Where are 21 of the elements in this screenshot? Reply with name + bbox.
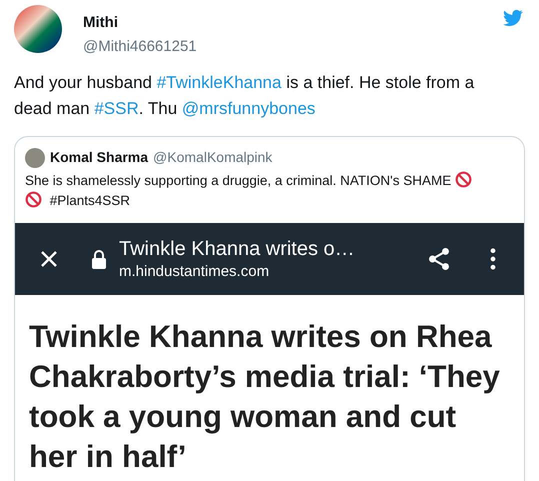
avatar[interactable] (14, 5, 62, 53)
prohibited-icon (455, 171, 472, 188)
page-url: m.hindustantimes.com (119, 262, 270, 282)
close-icon[interactable] (39, 249, 59, 269)
tweet-text: And your husband #TwinkleKhanna is a thief. He stole from a dead man #SSR. Thu @mrsfunnybones (13, 72, 476, 120)
author-handle: @Mithi46661251 (83, 38, 197, 56)
article-headline: Twinkle Khanna writes on Rhea Chakraborty’s media trial: ‘They took a young woman and cut her in half’ (28, 318, 501, 476)
author-name: Mithi (83, 14, 119, 32)
bird-icon[interactable] (501, 8, 525, 28)
share-icon[interactable] (426, 246, 452, 272)
page-title: Twinkle Khanna writes o… (119, 237, 355, 262)
lock-icon (91, 249, 107, 269)
hashtag-link[interactable]: @mrsfunnybones (182, 99, 316, 118)
hashtag-link[interactable]: #TwinkleKhanna (156, 73, 282, 92)
quoted-tweet-card[interactable] (14, 136, 525, 481)
prohibited-icon (25, 191, 42, 208)
quoted-author-name: Komal Sharma (50, 148, 148, 167)
more-options-icon[interactable] (490, 248, 496, 270)
quoted-author-handle: @KomalKomalpink (153, 148, 272, 167)
quoted-tweet-text: She is shamelessly supporting a druggie, a criminal. NATION's SHAME #Plants4SSR (15, 171, 524, 211)
hashtag-link[interactable]: #SSR (94, 99, 139, 118)
